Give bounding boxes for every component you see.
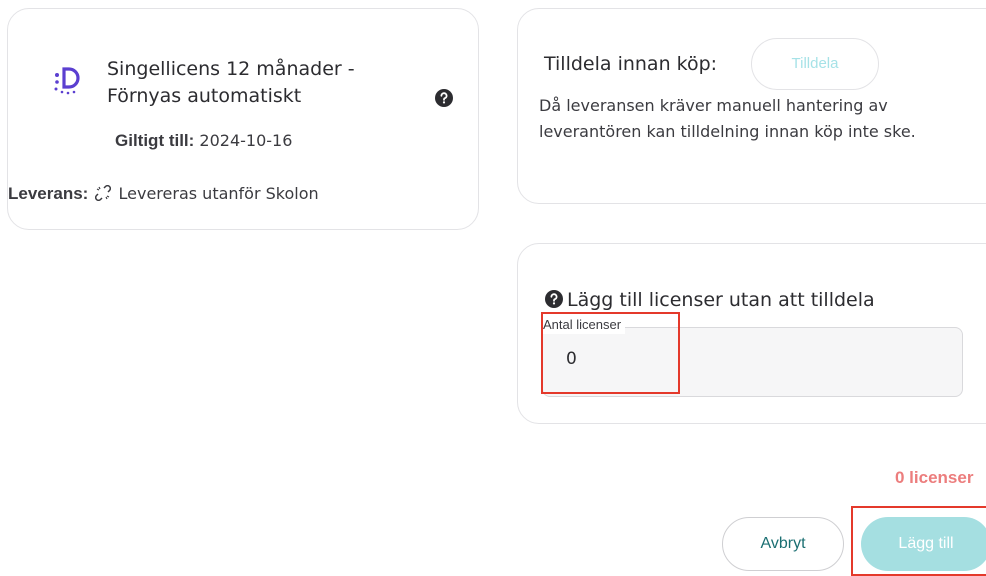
delivery-row: Leverans: Levereras utanför Skolon xyxy=(8,183,319,205)
license-quantity-label: Antal licenser xyxy=(539,316,626,334)
valid-until-label: Giltigt till: xyxy=(115,131,195,150)
valid-until-row: Giltigt till: 2024-10-16 xyxy=(115,130,292,152)
assign-button[interactable]: Tilldela xyxy=(751,38,879,90)
question-circle-icon[interactable] xyxy=(545,290,563,308)
delivery-value: Levereras utanför Skolon xyxy=(118,184,319,203)
add-button[interactable]: Lägg till xyxy=(861,517,986,571)
valid-until-date: 2024-10-16 xyxy=(199,131,293,150)
add-licenses-heading-text: Lägg till licenser utan att tilldela xyxy=(567,289,875,311)
license-quantity-input[interactable] xyxy=(566,349,686,369)
assign-before-purchase-card: Tilldela innan köp: Tilldela Då leverans… xyxy=(517,8,986,204)
delivery-label: Leverans: xyxy=(8,184,89,203)
broken-link-icon xyxy=(95,185,112,201)
cancel-button[interactable]: Avbryt xyxy=(722,517,844,571)
assign-description: Då leveransen kräver manuell hantering a… xyxy=(539,96,916,141)
product-title: Singellicens 12 månader - Förnyas automa… xyxy=(107,58,355,107)
product-card: Singellicens 12 månader - Förnyas automa… xyxy=(7,8,479,230)
assign-heading: Tilldela innan köp: xyxy=(544,53,718,75)
product-logo-icon xyxy=(54,67,80,95)
add-licenses-heading: Lägg till licenser utan att tilldela xyxy=(545,287,875,313)
add-licenses-card: Lägg till licenser utan att tilldela Ant… xyxy=(517,243,986,424)
question-circle-icon[interactable] xyxy=(435,89,453,107)
license-count-label: 0 licenser xyxy=(895,468,974,487)
